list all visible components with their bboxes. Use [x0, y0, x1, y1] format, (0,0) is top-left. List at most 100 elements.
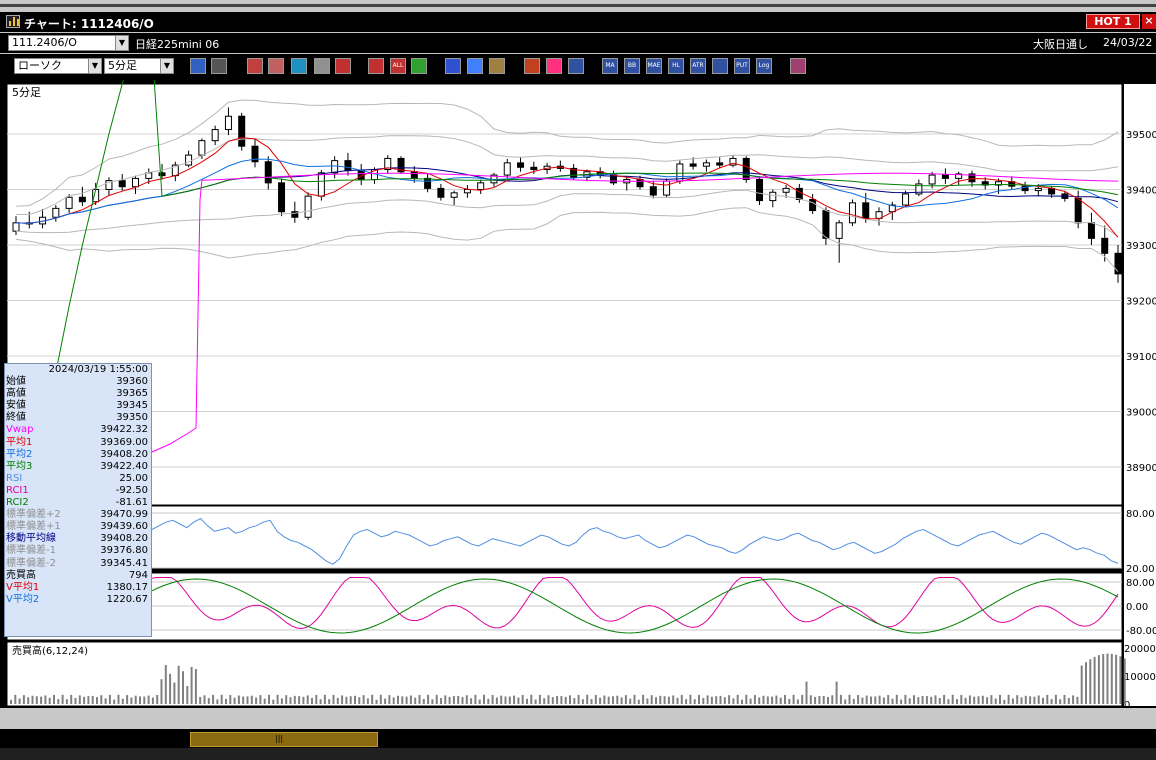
rsi-tick-label: 80.00 [1126, 509, 1155, 520]
bb-button[interactable]: BB [624, 58, 640, 74]
atr-button[interactable]: ATR [690, 58, 706, 74]
volume-bar [147, 695, 150, 704]
volume-bar [134, 695, 137, 704]
export-icon[interactable] [790, 58, 806, 74]
price-tick-label: 39400 [1126, 186, 1156, 197]
volume-bar [895, 694, 898, 704]
volume-bar [465, 695, 468, 704]
info-label: 売買高 [6, 569, 36, 581]
info-value: 39376.80 [100, 545, 148, 557]
volume-bar [379, 694, 382, 704]
hot-button[interactable]: HOT 1 [1086, 14, 1140, 29]
volume-bar [710, 696, 713, 704]
candle-body [145, 172, 153, 179]
volume-bar [495, 697, 498, 704]
zoom-icon[interactable] [190, 58, 206, 74]
volume-title: 売買高(6,12,24) [12, 644, 88, 657]
arrow-icon[interactable] [445, 58, 461, 74]
ra-button[interactable] [712, 58, 728, 74]
candle-body [756, 179, 764, 202]
volume-bar [298, 696, 301, 704]
candle-minus-icon[interactable] [368, 58, 384, 74]
volume-bar [973, 696, 976, 704]
volume-bar [977, 696, 980, 704]
info-label: 始値 [6, 376, 26, 388]
volume-bar [1059, 699, 1062, 704]
crosshair-icon[interactable] [211, 58, 227, 74]
camera-icon[interactable] [268, 58, 284, 74]
candle-body [65, 196, 73, 209]
volume-bar [18, 698, 21, 704]
chart-area[interactable]: 39500 39400 39300 39200 39100 39000 38900 5分足 80… [0, 80, 1156, 710]
all-button[interactable]: ALL [390, 58, 406, 74]
volume-bar [999, 694, 1001, 704]
volume-bar [594, 694, 597, 704]
wrench-icon[interactable] [524, 58, 540, 74]
candle-body [463, 189, 471, 194]
close-button[interactable]: × [1142, 14, 1156, 29]
mae-button[interactable]: MAE [646, 58, 662, 74]
chevron-down-icon[interactable]: ▼ [115, 36, 128, 50]
volume-bar [311, 697, 313, 704]
info-label: V平均1 [6, 581, 40, 593]
volume-bar [212, 694, 215, 704]
volume-bar [1050, 699, 1053, 704]
symbol-select[interactable]: 111.2406/O ▼ [8, 35, 129, 51]
info-row: 標準偏差-1 39376.80 [5, 545, 151, 557]
candle-body [211, 129, 219, 142]
volume-bar [121, 698, 124, 704]
volume-bar [560, 696, 563, 704]
candle-body [689, 163, 697, 167]
info-value: 39345.41 [100, 557, 148, 569]
candle-body [278, 182, 286, 213]
volume-bar [216, 699, 219, 704]
put-button[interactable]: PUT [734, 58, 750, 74]
info-value: 39350 [116, 412, 148, 424]
info-label: 平均3 [6, 460, 33, 472]
candle-plus-icon[interactable] [335, 58, 351, 74]
volume-bar [715, 696, 718, 704]
volume-bar [280, 698, 283, 704]
candle-body [450, 192, 458, 198]
color-icon[interactable] [546, 58, 562, 74]
info-row: 移動平均線 39408.20 [5, 533, 151, 545]
info-label: 終値 [6, 412, 26, 424]
chevron-down-icon[interactable]: ▼ [160, 59, 173, 73]
volume-bar [117, 694, 120, 704]
info-value: 39408.20 [100, 448, 148, 460]
info-value: 794 [128, 569, 148, 581]
scroll-thumb[interactable]: ||| [190, 732, 378, 747]
info-label: 標準偏差-1 [6, 545, 56, 557]
interval-select[interactable]: 5分足 ▼ [104, 58, 174, 74]
hl-button[interactable]: HL [668, 58, 684, 74]
volume-bar [405, 696, 408, 704]
pen-icon[interactable] [411, 58, 427, 74]
note-icon[interactable] [314, 58, 330, 74]
volume-bar [586, 694, 589, 704]
param-icon[interactable] [568, 58, 584, 74]
candle-body [118, 180, 126, 188]
volume-bar [345, 696, 348, 704]
volume-bar [1016, 695, 1019, 704]
info-label: RCI1 [6, 484, 29, 496]
info-row: 高値 39365 [5, 388, 151, 400]
chart-type-select[interactable]: ローソク ▼ [14, 58, 102, 74]
volume-bar [276, 694, 279, 704]
compare-icon[interactable] [291, 58, 307, 74]
chevron-down-icon[interactable]: ▼ [88, 59, 101, 73]
info-row: 安値 39345 [5, 400, 151, 412]
volume-bar [818, 696, 821, 704]
period-down-icon[interactable] [247, 58, 263, 74]
volume-bar [1054, 694, 1057, 704]
log-button[interactable]: Log [756, 58, 772, 74]
settings-icon[interactable] [489, 58, 505, 74]
volume-bar [194, 669, 197, 704]
scroll-track[interactable] [0, 748, 1156, 760]
chart-app-icon [6, 15, 20, 28]
price-tick-label: 39300 [1126, 241, 1156, 252]
time-scrollbar[interactable]: ||| [0, 729, 1156, 760]
volume-bar [655, 697, 657, 704]
ma-button[interactable]: MA [602, 58, 618, 74]
volume-bar [904, 694, 907, 704]
eraser-icon[interactable] [467, 58, 483, 74]
